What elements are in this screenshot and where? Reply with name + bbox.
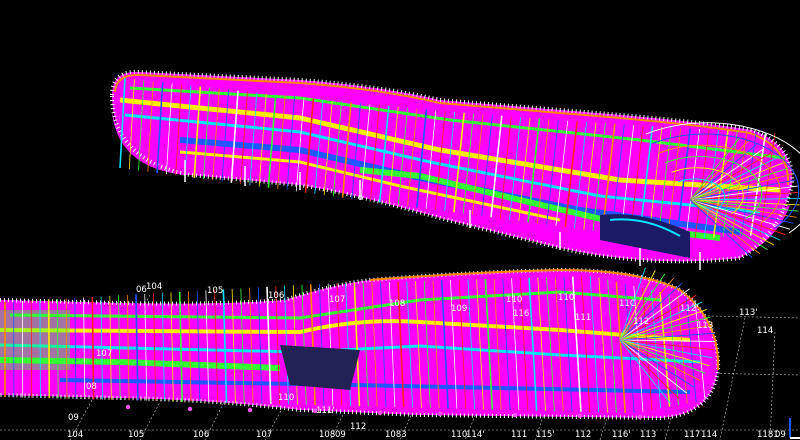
grid-axis-label: 114'	[466, 430, 485, 440]
grid-axis-label: 107	[96, 349, 113, 359]
grid-axis-label: 107	[329, 295, 346, 305]
grid-axis-label: 111'	[316, 406, 335, 416]
grid-axis-label: 109	[451, 304, 468, 314]
grid-axis-label: 117	[684, 430, 701, 440]
grid-axis-label: 09	[335, 430, 346, 440]
grid-axis-label: 112	[350, 422, 367, 432]
grid-axis-label: 113'	[739, 308, 758, 318]
grid-axis-label: 113	[697, 321, 714, 331]
grid-axis-label: 105	[128, 430, 145, 440]
grid-axis-label: 08	[86, 382, 97, 392]
grid-axis-label: 116	[513, 309, 530, 319]
grid-axis-label: 104	[146, 282, 163, 292]
3d-model-viewport[interactable]: 06 104 105 106 107 108 109 110 110 11C 112' 113' 111…	[0, 0, 800, 440]
grid-axis-label: 112	[633, 317, 650, 327]
grid-axis-label: 11C	[619, 299, 636, 309]
grid-axis-label: 106	[268, 291, 285, 301]
upper-roof-structure	[109, 69, 800, 270]
structural-model-canvas[interactable]	[0, 0, 800, 440]
grid-axis-label: 108	[389, 299, 406, 309]
grid-axis-label: 110	[506, 295, 523, 305]
grid-axis-label: 111	[511, 430, 528, 440]
grid-axis-label: 115'	[536, 430, 555, 440]
grid-axis-label: 114	[701, 430, 718, 440]
grid-axis-label: 09	[68, 413, 79, 423]
lower-roof-structure	[0, 267, 721, 421]
grid-axis-label: 112	[575, 430, 592, 440]
grid-axis-label: 104	[67, 430, 84, 440]
grid-axis-label: 112'	[680, 304, 699, 314]
grid-axis-label: 108	[319, 430, 336, 440]
grid-axis-label: 09	[775, 430, 786, 440]
grid-axis-label: 106	[193, 430, 210, 440]
grid-axis-label: 111	[575, 313, 592, 323]
grid-axis-label: 116'	[612, 430, 631, 440]
grid-axis-label: 110	[451, 430, 468, 440]
grid-axis-label: 105	[207, 286, 224, 296]
grid-axis-label: 107	[256, 430, 273, 440]
grid-axis-label: 1083	[385, 430, 407, 440]
grid-axis-label: 110	[558, 293, 575, 303]
axis-triad-icon	[789, 418, 800, 439]
grid-axis-label: 110	[278, 393, 295, 403]
grid-axis-label: 114	[757, 326, 774, 336]
grid-axis-label: 113	[640, 430, 657, 440]
